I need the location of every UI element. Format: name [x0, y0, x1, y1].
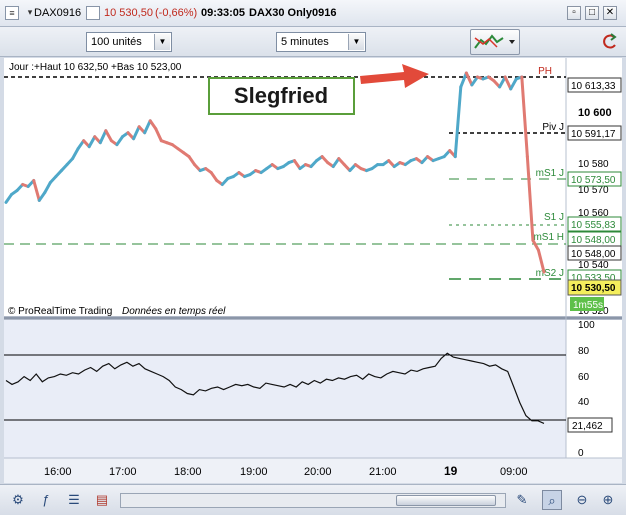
time-tick: 18:00 [174, 466, 202, 478]
oscillator-axis [566, 320, 622, 458]
time-tick: 21:00 [369, 466, 397, 478]
level-box: 10 591,17 [567, 125, 622, 141]
menu-icon[interactable]: ≡ [5, 6, 19, 20]
indicator-icon[interactable]: ƒ [36, 490, 56, 510]
status-bar: ⚙ ƒ ☰ ▤ ✎ ⌕ ⊖ ⊕ [0, 484, 626, 515]
time-tick: 17:00 [109, 466, 137, 478]
osc-tick: 60 [578, 372, 590, 383]
bar-timer: 1m55s [573, 300, 603, 311]
current-price-box: 10 530,50 [567, 279, 622, 296]
piv-j-label: Piv J [542, 122, 564, 133]
level-box: 10 548,00 [567, 245, 622, 261]
level-value: 10 591,17 [571, 129, 616, 140]
instrument-name[interactable]: DAX0916 [34, 7, 81, 19]
horizontal-scrollbar[interactable] [120, 493, 506, 508]
level-box: 10 573,50 [567, 171, 622, 187]
current-price: 10 530,50 [571, 283, 616, 294]
trade-list-icon[interactable]: ☰ [64, 490, 84, 510]
ms2-j-label: mS2 J [536, 268, 564, 279]
maximize-icon[interactable]: □ [585, 6, 599, 20]
zoom-auto-icon[interactable]: ⌕ [542, 490, 562, 510]
time-tick: 20:00 [304, 466, 332, 478]
timer-box: 1m55s [570, 297, 604, 311]
chart-settings-icon[interactable]: ⚙ [8, 490, 28, 510]
osc-current-box: 21,462 [567, 417, 613, 433]
osc-tick: 100 [578, 320, 595, 331]
feed-label: Données en temps réel [122, 306, 226, 317]
quote-time: 09:33:05 [201, 7, 246, 19]
level-box: 10 548,00 [567, 231, 622, 247]
price-chart[interactable]: PH Piv J mS1 J S1 J mS1 H mS2 J Jour :+H… [4, 58, 622, 483]
scrollbar-thumb[interactable] [396, 495, 496, 506]
interval-value: 5 minutes [281, 36, 329, 48]
checkbox-icon[interactable] [86, 6, 100, 20]
chevron-down-icon[interactable]: ▼ [348, 34, 364, 50]
close-icon[interactable]: ✕ [603, 6, 617, 20]
interval-select[interactable]: 5 minutes ▼ [276, 32, 366, 52]
chevron-down-icon[interactable]: ▼ [154, 34, 170, 50]
level-value: 10 613,33 [571, 81, 616, 92]
price-tick: 10 580 [578, 159, 609, 170]
level-value: 10 555,83 [571, 220, 616, 231]
level-value: 10 573,50 [571, 175, 616, 186]
price-tick: 10 600 [578, 107, 612, 119]
level-value: 10 548,00 [571, 235, 616, 246]
oscillator-panel [4, 320, 566, 458]
zoom-out-icon[interactable]: ⊖ [572, 490, 592, 510]
ms1-j-label: mS1 J [536, 168, 564, 179]
draw-tool-icon[interactable]: ✎ [512, 490, 532, 510]
price-tick: 10 570 [578, 185, 609, 196]
time-tick: 16:00 [44, 466, 72, 478]
day-high-low: Jour :+Haut 10 632,50 +Bas 10 523,00 [9, 62, 182, 73]
title-bar: ≡ ▾ DAX0916 10 530,50 (-0,66%) 09:33:05 … [0, 0, 626, 27]
chart-style-button[interactable] [470, 29, 520, 55]
ph-label: PH [538, 66, 552, 77]
instrument-description: DAX30 Only0916 [249, 7, 337, 19]
date-tick: 19 [444, 464, 458, 478]
osc-tick: 80 [578, 346, 590, 357]
chart-style-icon [474, 34, 515, 49]
last-price: 10 530,50 [104, 7, 153, 19]
level-value: 10 548,00 [571, 249, 616, 260]
price-change: (-0,66%) [155, 7, 198, 19]
chart-area[interactable]: PH Piv J mS1 J S1 J mS1 H mS2 J Jour :+H… [4, 58, 622, 483]
annotation-text: Slegfried [234, 83, 328, 108]
zoom-in-icon[interactable]: ⊕ [598, 490, 618, 510]
provider-label: © ProRealTime Trading [8, 306, 112, 317]
price-tick: 10 540 [578, 260, 609, 271]
restore-icon[interactable]: ▫ [567, 6, 581, 20]
ms1-h-label: mS1 H [533, 232, 564, 243]
level-box: 10 613,33 [567, 77, 622, 93]
toolbar: 100 unités ▼ 5 minutes ▼ [0, 27, 626, 57]
annotation[interactable]: Slegfried [208, 77, 355, 115]
orders-icon[interactable]: ▤ [92, 490, 112, 510]
osc-tick: 0 [578, 448, 584, 459]
quantity-value: 100 unités [91, 36, 142, 48]
osc-current: 21,462 [572, 421, 603, 432]
refresh-icon[interactable] [600, 29, 620, 55]
quantity-select[interactable]: 100 unités ▼ [86, 32, 172, 52]
s1-j-label: S1 J [544, 212, 564, 223]
time-tick: 19:00 [240, 466, 268, 478]
time-tick: 09:00 [500, 466, 528, 478]
osc-tick: 40 [578, 397, 590, 408]
refresh-glyph [603, 33, 617, 49]
level-box: 10 555,83 [567, 216, 622, 232]
